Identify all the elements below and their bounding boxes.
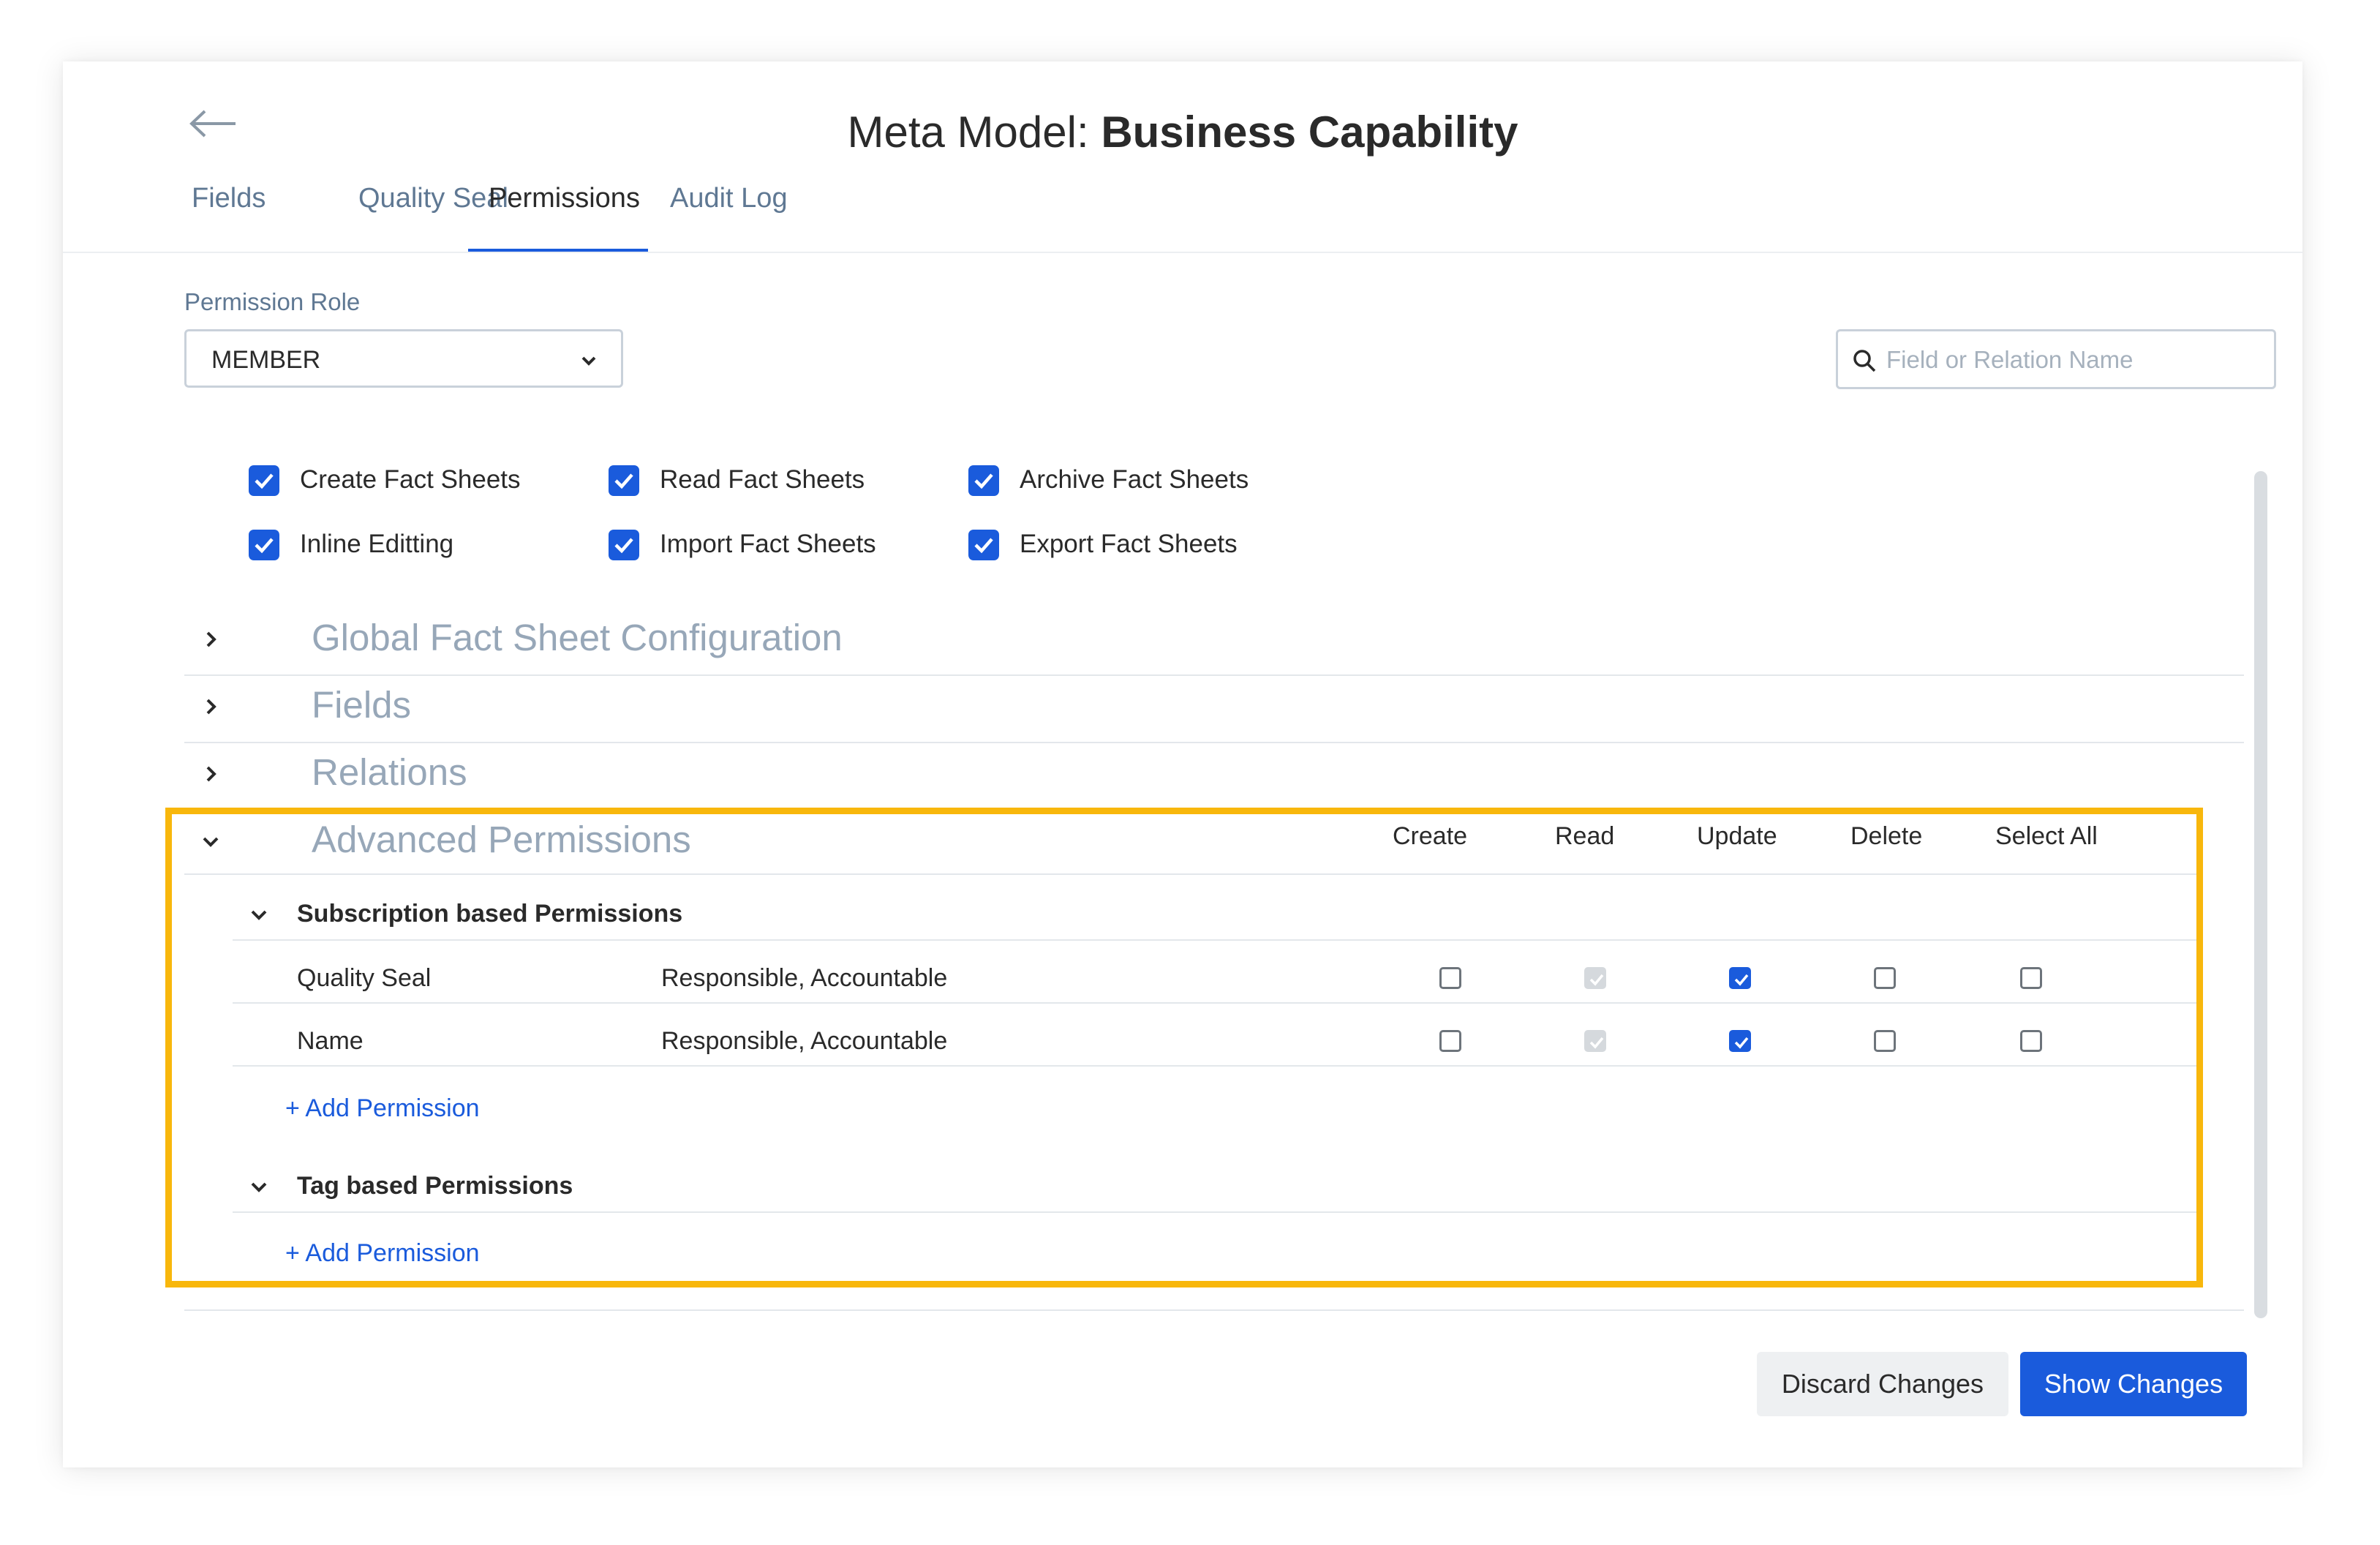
show-changes-button[interactable]: Show Changes [2020, 1352, 2247, 1416]
tab-fields[interactable]: Fields [192, 183, 266, 214]
page-title: Meta Model: Business Capability [63, 107, 2302, 157]
scrollbar[interactable] [2254, 471, 2267, 1318]
permission-role-label: Permission Role [184, 288, 361, 315]
permission-role-select[interactable]: MEMBER [184, 329, 623, 388]
section-fields-title: Fields [312, 684, 412, 726]
checkbox-archive-fact-sheets[interactable] [968, 465, 999, 496]
advanced-permissions-highlight [165, 808, 2203, 1288]
chevron-right-icon [206, 631, 216, 647]
field-search [1836, 329, 2276, 389]
page-title-prefix: Meta Model: [847, 108, 1089, 157]
tab-quality-seal[interactable]: Quality Seal [358, 183, 508, 214]
search-input[interactable] [1885, 339, 2261, 381]
section-fields[interactable]: Fields [184, 673, 2244, 740]
section-relations-title: Relations [312, 751, 467, 793]
chevron-right-icon [206, 766, 216, 782]
checkbox-inline-editing[interactable] [249, 530, 279, 560]
checkbox-export-fact-sheets[interactable] [968, 530, 999, 560]
label-read-fact-sheets: Read Fact Sheets [660, 465, 865, 494]
checkbox-import-fact-sheets[interactable] [609, 530, 639, 560]
meta-model-card: Meta Model: Business Capability Fields Q… [63, 61, 2302, 1467]
permission-role-value: MEMBER [211, 346, 321, 374]
label-inline-editing: Inline Editting [300, 530, 454, 558]
checkbox-create-fact-sheets[interactable] [249, 465, 279, 496]
tabs-divider [63, 252, 2302, 253]
search-icon [1853, 350, 1876, 372]
label-archive-fact-sheets: Archive Fact Sheets [1020, 465, 1249, 494]
label-create-fact-sheets: Create Fact Sheets [300, 465, 521, 494]
section-divider [184, 1309, 2244, 1311]
chevron-down-icon [581, 356, 596, 366]
section-global-config[interactable]: Global Fact Sheet Configuration [184, 606, 2244, 673]
checkbox-read-fact-sheets[interactable] [609, 465, 639, 496]
page-title-name: Business Capability [1101, 108, 1518, 157]
section-relations[interactable]: Relations [184, 740, 2244, 808]
tab-permissions[interactable]: Permissions [489, 183, 640, 214]
label-import-fact-sheets: Import Fact Sheets [660, 530, 876, 558]
discard-changes-button[interactable]: Discard Changes [1757, 1352, 2008, 1416]
section-global-config-title: Global Fact Sheet Configuration [312, 617, 843, 658]
tab-audit-log[interactable]: Audit Log [670, 183, 788, 214]
chevron-right-icon [206, 699, 216, 715]
label-export-fact-sheets: Export Fact Sheets [1020, 530, 1238, 558]
